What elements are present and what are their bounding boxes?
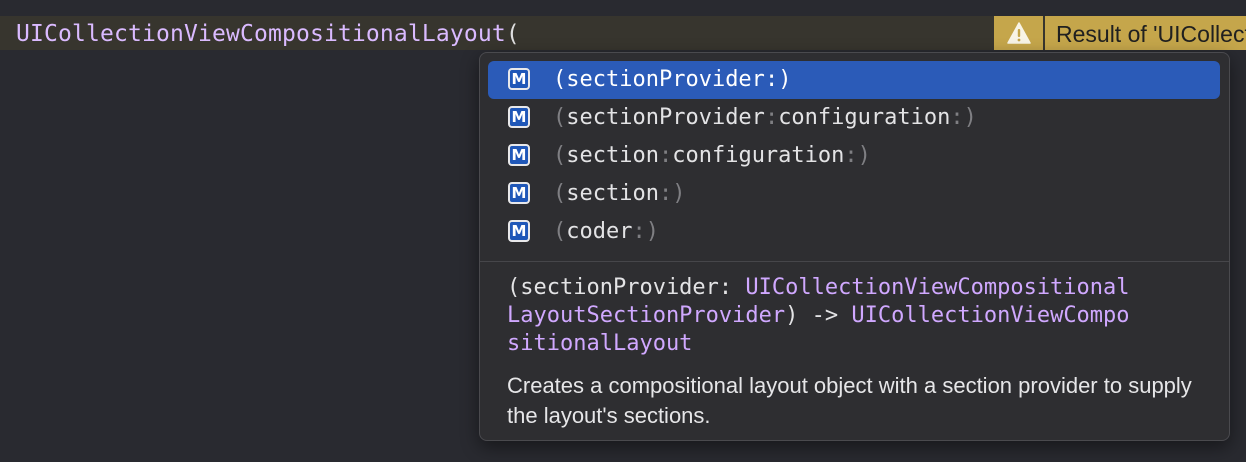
completion-close-paren: ) bbox=[778, 67, 792, 92]
warning-text: Result of 'UICollectionViewCompositional… bbox=[1056, 21, 1246, 47]
completion-parameter-name: sectionProvider bbox=[566, 67, 765, 92]
code-text[interactable]: UICollectionViewCompositionalLayout( bbox=[16, 20, 520, 48]
method-kind-icon: M bbox=[508, 182, 530, 204]
completion-item[interactable]: M (coder:) bbox=[488, 213, 1220, 251]
completion-parameter-colon: : bbox=[950, 105, 964, 130]
completion-open-paren: ( bbox=[553, 143, 567, 168]
method-kind-icon: M bbox=[508, 106, 530, 128]
completion-parameter-name: configuration bbox=[672, 143, 845, 168]
warning-gutter[interactable] bbox=[994, 16, 1043, 50]
completion-item-label: (sectionProvider:configuration:) bbox=[553, 104, 977, 132]
method-kind-icon: M bbox=[508, 68, 530, 90]
completion-item[interactable]: M (sectionProvider:) bbox=[488, 61, 1220, 99]
signature-type-name: sitionalLayout bbox=[507, 331, 693, 356]
completion-close-paren: ) bbox=[672, 181, 686, 206]
completion-parameter-colon: : bbox=[632, 219, 646, 244]
signature-type-name: UICollectionViewCompositional bbox=[745, 275, 1130, 300]
completion-parameter-colon: : bbox=[658, 143, 673, 168]
code-open-paren: ( bbox=[505, 21, 520, 47]
completion-parameter-name: section bbox=[566, 181, 659, 206]
method-kind-icon: M bbox=[508, 220, 530, 242]
completion-item[interactable]: M (section:) bbox=[488, 175, 1220, 213]
completion-open-paren: ( bbox=[553, 181, 567, 206]
completion-close-paren: ) bbox=[645, 219, 659, 244]
completion-parameter-colon: : bbox=[658, 181, 673, 206]
signature-line: LayoutSectionProvider) -> UICollectionVi… bbox=[507, 302, 1219, 330]
completion-close-paren: ) bbox=[963, 105, 977, 130]
signature-type-name: UICollectionViewCompo bbox=[851, 303, 1130, 328]
completion-parameter-colon: : bbox=[764, 105, 779, 130]
completion-parameter-name: section bbox=[566, 143, 659, 168]
completion-item-label: (section:configuration:) bbox=[553, 142, 871, 170]
signature-declaration: (sectionProvider: UICollectionViewCompos… bbox=[507, 274, 1219, 358]
completion-parameter-colon: : bbox=[844, 143, 858, 168]
completion-close-paren: ) bbox=[857, 143, 871, 168]
warning-triangle-icon bbox=[1007, 22, 1031, 44]
code-type-name: UICollectionViewCompositionalLayout bbox=[16, 21, 506, 47]
signature-description: Creates a compositional layout object wi… bbox=[507, 373, 1192, 428]
completion-parameter-name: coder bbox=[566, 219, 633, 244]
popup-separator bbox=[480, 261, 1229, 262]
current-code-line[interactable]: UICollectionViewCompositionalLayout( Res… bbox=[0, 16, 1246, 50]
warning-message[interactable]: Result of 'UICollectionViewCompositional… bbox=[1045, 16, 1246, 50]
completion-item[interactable]: M (section:configuration:) bbox=[488, 137, 1220, 175]
completion-item-label: (coder:) bbox=[553, 218, 659, 246]
completion-parameter-colon: : bbox=[764, 67, 779, 92]
signature-line: (sectionProvider: UICollectionViewCompos… bbox=[507, 274, 1219, 302]
code-completion-popup[interactable]: M (sectionProvider:) M (sectionProvider:con… bbox=[479, 52, 1230, 441]
signature-text: ) -> bbox=[785, 303, 852, 328]
signature-text: (sectionProvider: bbox=[507, 275, 746, 300]
completion-parameter-name: sectionProvider bbox=[566, 105, 765, 130]
completion-item-label: (sectionProvider:) bbox=[553, 66, 791, 94]
completion-item[interactable]: M (sectionProvider:configuration:) bbox=[488, 99, 1220, 137]
signature-line: sitionalLayout bbox=[507, 330, 1219, 358]
completion-open-paren: ( bbox=[553, 219, 567, 244]
method-kind-icon: M bbox=[508, 144, 530, 166]
completion-parameter-name: configuration bbox=[778, 105, 951, 130]
completion-item-label: (section:) bbox=[553, 180, 685, 208]
completion-open-paren: ( bbox=[553, 67, 567, 92]
signature-type-name: LayoutSectionProvider bbox=[507, 303, 786, 328]
completion-open-paren: ( bbox=[553, 105, 567, 130]
code-editor[interactable]: UICollectionViewCompositionalLayout( Res… bbox=[0, 0, 1246, 462]
